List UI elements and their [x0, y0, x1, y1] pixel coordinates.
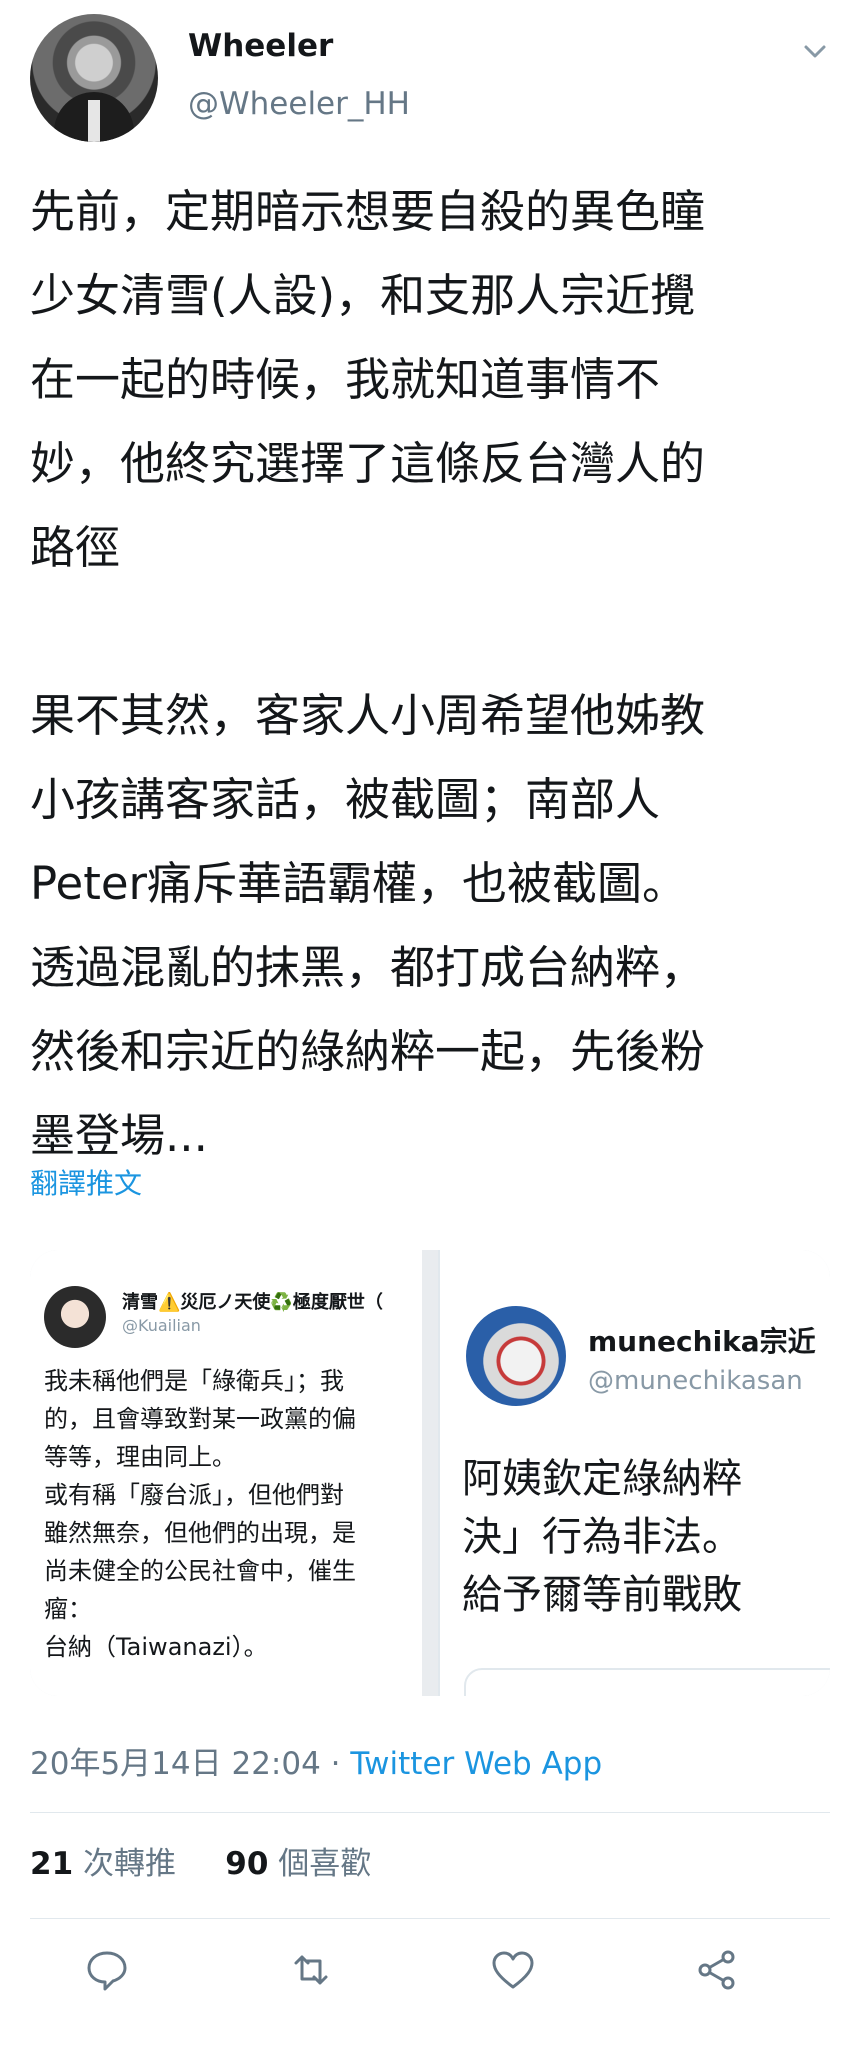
reply-icon[interactable]	[82, 1945, 132, 1995]
retweets-label: 次轉推	[83, 1846, 176, 1882]
chevron-down-icon[interactable]	[800, 36, 830, 66]
screenshot-card-right[interactable]: munechika宗近 @munechikasan 阿姨欽定綠納粹 決」行為非法…	[438, 1250, 830, 1696]
author-avatar[interactable]	[30, 14, 158, 142]
share-icon[interactable]	[692, 1945, 742, 1995]
embedded-card	[464, 1668, 830, 1696]
quoted-handle: @Kuailian	[122, 1316, 201, 1335]
likes-stat[interactable]: 90 個喜歡	[225, 1846, 371, 1882]
author-display-name[interactable]: Wheeler	[188, 28, 333, 64]
engagement-stats: 21 次轉推 90 個喜歡	[30, 1838, 371, 1883]
likes-label: 個喜歡	[278, 1846, 372, 1882]
tweet-text: 先前，定期暗示想要自殺的異色瞳 少女清雪(人設)，和支那人宗近攪 在一起的時候，…	[30, 185, 706, 1162]
retweet-icon[interactable]	[286, 1945, 336, 1995]
quoted-avatar	[44, 1286, 106, 1348]
tweet-actions	[0, 1945, 859, 2005]
quoted-handle: @munechikasan	[588, 1366, 803, 1396]
timestamp-text: 20年5月14日 22:04	[30, 1746, 321, 1782]
author-handle[interactable]: @Wheeler_HH	[188, 86, 410, 122]
source-app-link[interactable]: Twitter Web App	[350, 1746, 602, 1782]
divider	[30, 1918, 830, 1919]
divider	[30, 1812, 830, 1813]
quoted-avatar	[466, 1306, 566, 1406]
avatar-shirt	[88, 100, 100, 142]
retweets-stat[interactable]: 21 次轉推	[30, 1846, 176, 1882]
quoted-display-name: munechika宗近	[588, 1325, 816, 1358]
retweets-count: 21	[30, 1846, 74, 1882]
like-icon[interactable]	[488, 1945, 538, 1995]
screenshot-card-left[interactable]: 清雪⚠️災厄ノ天使♻️極度厭世（ @Kuailian 我未稱他們是「綠衛兵」；我…	[30, 1250, 422, 1696]
quoted-text: 阿姨欽定綠納粹 決」行為非法。 給予爾等前戰敗	[462, 1456, 742, 1618]
likes-count: 90	[225, 1846, 269, 1882]
timestamp-separator: ·	[320, 1746, 351, 1782]
quoted-display-name: 清雪⚠️災厄ノ天使♻️極度厭世（	[122, 1292, 383, 1313]
tweet-timestamp: 20年5月14日 22:04 · Twitter Web App	[30, 1738, 602, 1783]
media-grid[interactable]: 清雪⚠️災厄ノ天使♻️極度厭世（ @Kuailian 我未稱他們是「綠衛兵」；我…	[30, 1250, 830, 1696]
tweet-header: Wheeler @Wheeler_HH	[0, 0, 859, 160]
translate-tweet-link[interactable]: 翻譯推文	[30, 1162, 142, 1202]
quoted-text: 我未稱他們是「綠衛兵」；我 的，且會導致對某一政黨的偏 等等，理由同上。 或有稱…	[44, 1367, 356, 1661]
